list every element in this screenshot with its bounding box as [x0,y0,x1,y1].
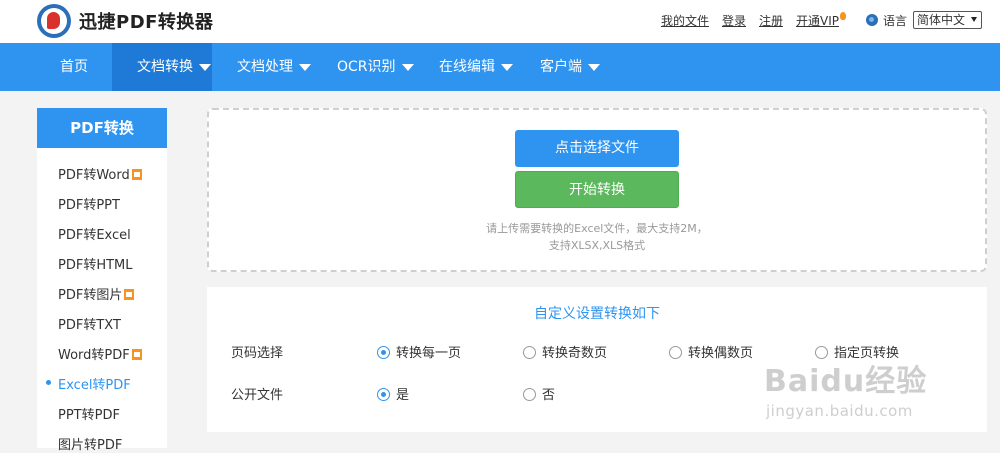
nav-document-process[interactable]: 文档处理 [237,43,311,91]
new-badge-icon [131,169,142,180]
my-files-link[interactable]: 我的文件 [661,12,709,29]
sidebar-item-label: PDF转Excel [58,228,131,243]
chevron-down-icon [971,17,977,22]
sidebar-item-pdf-to-excel[interactable]: PDF转Excel [58,224,131,243]
radio-option-label: 转换奇数页 [542,346,608,361]
active-dot-icon [46,380,51,385]
sidebar: PDF转换 PDF转Word PDF转PPT PDF转Excel PDF转HTM… [37,108,167,453]
sidebar-item-pdf-to-image[interactable]: PDF转图片 [58,284,135,303]
nav-online-edit[interactable]: 在线编辑 [439,43,513,91]
sidebar-item-label: Excel转PDF [58,378,131,393]
upload-hint-line2: 支持XLSX,XLS格式 [548,239,646,252]
new-badge-icon [124,289,135,300]
settings-title: 自定义设置转换如下 [534,306,660,322]
radio-option-every-page[interactable]: 转换每一页 [377,342,461,361]
radio-option-label: 转换偶数页 [688,346,754,361]
sidebar-item-label: 图片转PDF [58,438,123,453]
radio-checked-icon[interactable] [377,346,390,359]
sidebar-item-word-to-pdf[interactable]: Word转PDF [58,344,142,363]
caret-down-icon [401,63,414,71]
upload-hint-line1: 请上传需要转换的Excel文件，最大支持2M， [486,222,708,235]
radio-option-public-no[interactable]: 否 [523,384,555,403]
sidebar-item-pdf-to-html[interactable]: PDF转HTML [58,254,133,273]
public-file-label: 公开文件 [231,388,284,403]
vip-link-label[interactable]: 开通VIP [796,14,839,28]
radio-option-label: 否 [542,388,556,403]
radio-checked-icon[interactable] [377,388,390,401]
nav-document-process-label: 文档处理 [237,59,293,75]
sidebar-item-label: PDF转Word [58,168,130,183]
app-logo-icon[interactable] [37,4,71,38]
nav-client-label: 客户端 [540,59,582,75]
flame-icon [839,11,846,20]
baidu-watermark: Baidu经验 jingyan.baidu.com [764,356,954,426]
sidebar-item-label: PDF转TXT [58,318,121,333]
nav-ocr[interactable]: OCR识别 [337,43,414,91]
sidebar-item-label: PDF转HTML [58,258,133,273]
nav-document-convert-label: 文档转换 [137,59,193,75]
page-select-label: 页码选择 [231,346,284,361]
watermark-main: Baidu经验 [764,364,928,399]
radio-unchecked-icon[interactable] [523,346,536,359]
sidebar-item-label: Word转PDF [58,348,130,363]
sidebar-item-pdf-to-ppt[interactable]: PDF转PPT [58,194,120,213]
vip-link[interactable]: 开通VIP [796,11,846,29]
sidebar-item-excel-to-pdf[interactable]: Excel转PDF [58,374,131,393]
sidebar-item-pdf-to-word[interactable]: PDF转Word [58,164,142,183]
top-links: 我的文件 登录 注册 开通VIP 语言 简体中文 [648,10,982,30]
sidebar-item-image-to-pdf[interactable]: 图片转PDF [58,434,122,453]
login-link[interactable]: 登录 [722,12,746,29]
sidebar-item-label: PPT转PDF [58,408,120,423]
caret-down-icon [588,63,600,71]
sidebar-title: PDF转换 [37,108,167,148]
radio-unchecked-icon[interactable] [669,346,682,359]
nav-home-label: 首页 [60,59,88,75]
radio-option-even-pages[interactable]: 转换偶数页 [669,342,753,361]
language-label: 语言 [882,13,907,28]
app-title[interactable]: 迅捷PDF转换器 [79,8,213,34]
caret-down-icon [501,63,513,71]
nav-document-convert[interactable]: 文档转换 [112,43,212,91]
upload-dropzone[interactable]: 点击选择文件 开始转换 请上传需要转换的Excel文件，最大支持2M， 支持XL… [207,108,987,272]
nav-home[interactable]: 首页 [48,43,100,91]
caret-down-icon [199,63,211,71]
select-file-button[interactable]: 点击选择文件 [515,130,679,167]
sidebar-item-pdf-to-txt[interactable]: PDF转TXT [58,314,121,333]
radio-unchecked-icon[interactable] [523,388,536,401]
globe-icon [865,14,878,26]
nav-client[interactable]: 客户端 [540,43,600,91]
caret-down-icon [299,63,311,71]
register-link[interactable]: 注册 [759,12,783,29]
radio-option-label: 是 [396,388,410,403]
radio-option-label: 转换每一页 [396,346,462,361]
nav-online-edit-label: 在线编辑 [439,59,495,75]
radio-option-public-yes[interactable]: 是 [377,384,409,403]
sidebar-item-ppt-to-pdf[interactable]: PPT转PDF [58,404,120,423]
language-select[interactable]: 简体中文 [913,11,982,29]
language-select-value: 简体中文 [917,13,966,27]
sidebar-item-label: PDF转图片 [58,288,123,303]
new-badge-icon [131,349,142,360]
watermark-url: jingyan.baidu.com [766,402,913,420]
sidebar-item-label: PDF转PPT [58,198,120,213]
top-header: 迅捷PDF转换器 我的文件 登录 注册 开通VIP 语言 简体中文 [0,0,1000,43]
radio-option-odd-pages[interactable]: 转换奇数页 [523,342,607,361]
nav-ocr-label: OCR识别 [337,59,396,75]
main-nav: 首页 文档转换 文档处理 OCR识别 在线编辑 客户端 [0,43,1000,91]
start-convert-button[interactable]: 开始转换 [515,171,679,208]
